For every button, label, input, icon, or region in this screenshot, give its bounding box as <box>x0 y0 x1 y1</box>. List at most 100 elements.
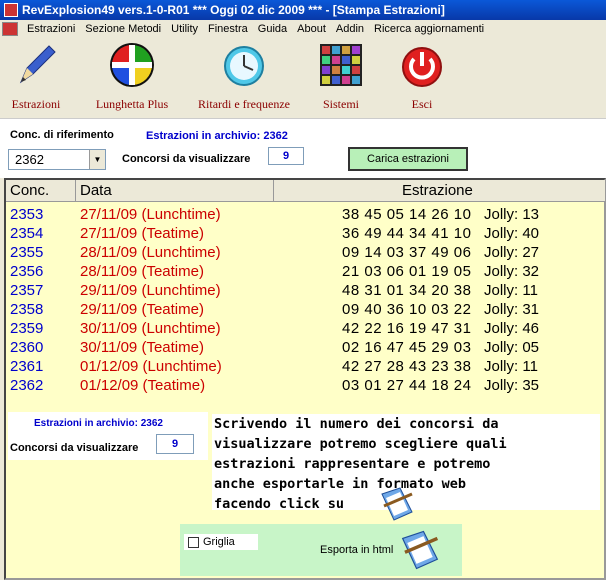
numeri-cell: 21 03 06 01 19 05 <box>342 263 472 280</box>
da-visualizzare-input[interactable]: 9 <box>268 147 304 165</box>
header-data[interactable]: Data <box>76 180 274 202</box>
data-cell: 29/11/09 (Lunchtime) <box>80 282 221 299</box>
data-cell: 28/11/09 (Teatime) <box>80 263 204 280</box>
data-cell: 28/11/09 (Lunchtime) <box>80 244 221 261</box>
annotation-panel: Estrazioni in archivio: 2362 Concorsi da… <box>8 412 208 460</box>
menu-addin[interactable]: Addin <box>331 23 369 35</box>
numeri-cell: 42 27 28 43 23 38 <box>342 358 472 375</box>
table-row[interactable]: 2358 29/11/09 (Teatime) 09 40 36 10 03 2… <box>6 301 606 320</box>
menu-about[interactable]: About <box>292 23 331 35</box>
esci-button[interactable]: Esci <box>396 42 448 112</box>
note-line: estrazioni rappresentare e potremo <box>214 456 491 472</box>
esporta-html-label: Esporta in html <box>320 544 394 556</box>
jolly-cell: Jolly: 35 <box>484 377 540 394</box>
jolly-cell: Jolly: 32 <box>484 263 540 280</box>
clock-icon <box>224 46 264 86</box>
window-title: RevExplosion49 vers.1-0-R01 *** Oggi 02 … <box>22 3 445 17</box>
menu-bar: Estrazioni Sezione Metodi Utility Finest… <box>0 20 606 38</box>
title-bar: RevExplosion49 vers.1-0-R01 *** Oggi 02 … <box>0 0 606 20</box>
data-cell: 27/11/09 (Lunchtime) <box>80 206 221 223</box>
note-line: Scrivendo il numero dei concorsi da <box>214 416 499 432</box>
jolly-cell: Jolly: 11 <box>484 282 538 299</box>
data-cell: 01/12/09 (Lunchtime) <box>80 358 222 375</box>
jolly-cell: Jolly: 31 <box>484 301 540 318</box>
numeri-cell: 42 22 16 19 47 31 <box>342 320 472 337</box>
table-row[interactable]: 2360 30/11/09 (Teatime) 02 16 47 45 29 0… <box>6 339 606 358</box>
conc-rif-select[interactable]: 2362 ▼ <box>8 149 106 170</box>
header-estrazione[interactable]: Estrazione <box>274 180 606 202</box>
menu-sezione-metodi[interactable]: Sezione Metodi <box>80 23 166 35</box>
data-cell: 27/11/09 (Teatime) <box>80 225 204 242</box>
chevron-down-icon[interactable]: ▼ <box>89 150 105 169</box>
griglia-label: Griglia <box>203 536 235 548</box>
jolly-cell: Jolly: 13 <box>484 206 540 223</box>
book-icon <box>381 487 413 521</box>
jolly-cell: Jolly: 27 <box>484 244 540 261</box>
esci-label: Esci <box>411 97 433 111</box>
toolbar: Estrazioni Lunghetta Plus Ritardi e freq… <box>0 38 606 118</box>
jolly-cell: Jolly: 11 <box>484 358 538 375</box>
numeri-cell: 03 01 27 44 18 24 <box>342 377 472 394</box>
menu-finestra[interactable]: Finestra <box>203 23 253 35</box>
mdi-child-icon[interactable] <box>2 22 18 36</box>
da-visualizzare-label: Concorsi da visualizzare <box>122 153 251 165</box>
table-row[interactable]: 2362 01/12/09 (Teatime) 03 01 27 44 18 2… <box>6 377 606 396</box>
sistemi-button[interactable]: Sistemi <box>314 42 368 112</box>
table-row[interactable]: 2355 28/11/09 (Lunchtime) 09 14 03 37 49… <box>6 244 606 263</box>
menu-utility[interactable]: Utility <box>166 23 203 35</box>
numeri-cell: 48 31 01 34 20 38 <box>342 282 472 299</box>
ritardi-frequenze-label: Ritardi e frequenze <box>198 97 290 111</box>
data-cell: 30/11/09 (Teatime) <box>80 339 204 356</box>
table-row[interactable]: 2356 28/11/09 (Teatime) 21 03 06 01 19 0… <box>6 263 606 282</box>
export-html-book-icon[interactable] <box>398 528 442 572</box>
conc-cell: 2361 <box>10 358 44 375</box>
numeri-cell: 09 14 03 37 49 06 <box>342 244 472 261</box>
archive-count-label: Estrazioni in archivio: 2362 <box>146 130 288 142</box>
export-panel: Griglia Esporta in html <box>180 524 462 576</box>
annotation-archive-label: Estrazioni in archivio: 2362 <box>34 418 163 429</box>
conc-cell: 2362 <box>10 377 44 394</box>
grid-header: Conc. Data Estrazione <box>6 180 606 202</box>
filter-panel: Conc. di riferimento Estrazioni in archi… <box>0 118 606 178</box>
estrazioni-grid: Conc. Data Estrazione 2353 27/11/09 (Lun… <box>4 178 606 580</box>
estrazioni-label: Estrazioni <box>11 97 61 111</box>
jolly-cell: Jolly: 05 <box>484 339 540 356</box>
numeri-cell: 36 49 44 34 41 10 <box>342 225 472 242</box>
conc-cell: 2355 <box>10 244 44 261</box>
header-conc[interactable]: Conc. <box>6 180 76 202</box>
annotation-da-visualizzare-label: Concorsi da visualizzare <box>10 442 139 454</box>
pencil-icon <box>19 45 56 84</box>
menu-guida[interactable]: Guida <box>253 23 292 35</box>
table-row[interactable]: 2359 30/11/09 (Lunchtime) 42 22 16 19 47… <box>6 320 606 339</box>
lunghetta-plus-button[interactable]: Lunghetta Plus <box>86 42 178 112</box>
table-row[interactable]: 2361 01/12/09 (Lunchtime) 42 27 28 43 23… <box>6 358 606 377</box>
conc-cell: 2356 <box>10 263 44 280</box>
data-cell: 01/12/09 (Teatime) <box>80 377 206 394</box>
sistemi-label: Sistemi <box>322 97 359 111</box>
griglia-checkbox[interactable]: Griglia <box>184 534 258 550</box>
menu-estrazioni[interactable]: Estrazioni <box>22 23 80 35</box>
app-icon <box>4 3 18 17</box>
menu-ricerca-aggiornamenti[interactable]: Ricerca aggiornamenti <box>369 23 489 35</box>
table-row[interactable]: 2357 29/11/09 (Lunchtime) 48 31 01 34 20… <box>6 282 606 301</box>
conc-cell: 2353 <box>10 206 44 223</box>
grid-icon <box>320 44 362 86</box>
power-icon <box>402 47 442 87</box>
conc-cell: 2358 <box>10 301 44 318</box>
checkbox-box[interactable] <box>188 536 199 548</box>
data-cell: 30/11/09 (Lunchtime) <box>80 320 221 337</box>
conc-cell: 2354 <box>10 225 44 242</box>
table-row[interactable]: 2354 27/11/09 (Teatime) 36 49 44 34 41 1… <box>6 225 606 244</box>
carica-estrazioni-button[interactable]: Carica estrazioni <box>348 147 468 171</box>
data-cell: 29/11/09 (Teatime) <box>80 301 204 318</box>
annotation-da-visualizzare-input[interactable]: 9 <box>156 434 194 454</box>
ritardi-frequenze-button[interactable]: Ritardi e frequenze <box>188 42 300 112</box>
numeri-cell: 38 45 05 14 26 10 <box>342 206 472 223</box>
numeri-cell: 02 16 47 45 29 03 <box>342 339 472 356</box>
numeri-cell: 09 40 36 10 03 22 <box>342 301 472 318</box>
conc-cell: 2359 <box>10 320 44 337</box>
lunghetta-plus-label: Lunghetta Plus <box>95 97 169 111</box>
table-row[interactable]: 2353 27/11/09 (Lunchtime) 38 45 05 14 26… <box>6 206 606 225</box>
estrazioni-button[interactable]: Estrazioni <box>4 42 68 112</box>
conc-rif-label: Conc. di riferimento <box>10 129 114 141</box>
